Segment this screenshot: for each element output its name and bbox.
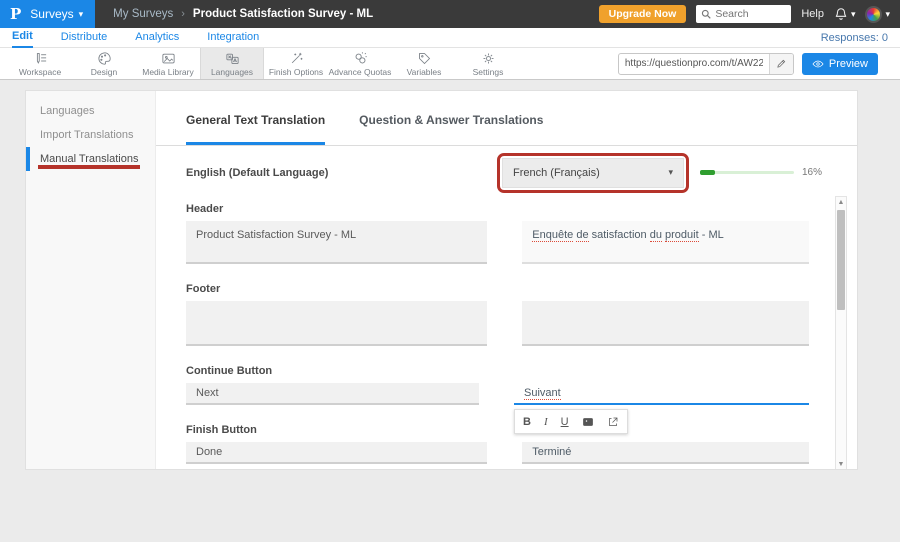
header-source-textarea[interactable]: Product Satisfaction Survey - ML [186,221,487,264]
tab-general-text-translation[interactable]: General Text Translation [186,113,325,145]
progress-fill [700,170,715,175]
preview-button[interactable]: Preview [802,53,878,75]
chain-links-icon [353,51,368,66]
field-row-finish-button: Finish Button Done Terminé [186,424,809,464]
progress-percent: 16% [802,167,822,178]
insert-link-button[interactable] [607,415,619,427]
nav-analytics[interactable]: Analytics [135,28,179,47]
pencil-icon [776,58,787,69]
text-editor-toolbar: B I U [514,409,628,434]
survey-url-group [618,53,794,75]
scroll-up-arrow[interactable]: ▲ [838,197,845,208]
breadcrumb: My Surveys › Product Satisfaction Survey… [113,8,373,20]
top-bar: P Surveys ▾ My Surveys › Product Satisfa… [0,0,900,28]
tag-icon [417,51,432,66]
workspace-icon [33,51,48,66]
notifications-menu[interactable]: ▾ [834,7,856,21]
source-language-label: English (Default Language) [186,167,328,179]
insert-image-button[interactable] [582,415,594,427]
tool-advance-quotas[interactable]: Advance Quotas [328,48,392,79]
upgrade-now-button[interactable]: Upgrade Now [599,5,687,23]
footer-translation-textarea[interactable] [522,301,809,346]
translations-sidebar: Languages Import Translations Manual Tra… [26,91,156,469]
app-window: P Surveys ▾ My Surveys › Product Satisfa… [0,0,900,542]
palette-icon [97,51,112,66]
field-label: Finish Button [186,424,809,436]
tool-design[interactable]: Design [72,48,136,79]
nav-edit[interactable]: Edit [12,27,33,48]
continue-translation-input[interactable]: Suivant [514,383,809,405]
progress-bar [700,171,794,174]
global-search[interactable] [696,5,791,23]
survey-url-input[interactable] [619,58,769,69]
field-row-footer: Footer [186,283,809,346]
language-row: English (Default Language) French (Franç… [156,146,857,199]
sidebar-item-languages[interactable]: Languages [26,99,155,123]
image-icon [582,416,594,428]
chevron-down-icon: ▾ [851,9,856,20]
search-input[interactable] [715,8,785,20]
field-label: Continue Button [186,365,809,377]
italic-button[interactable]: I [544,416,548,428]
product-menu[interactable]: P Surveys ▾ [0,0,95,28]
gear-icon [481,51,496,66]
help-link[interactable]: Help [801,8,824,20]
tool-workspace[interactable]: Workspace [8,48,72,79]
page-title: Product Satisfaction Survey - ML [193,8,373,20]
section-nav: Edit Distribute Analytics Integration Re… [0,28,900,48]
finish-source-input[interactable]: Done [186,442,487,464]
continue-source-input[interactable]: Next [186,383,479,405]
nav-integration[interactable]: Integration [207,28,259,47]
nav-distribute[interactable]: Distribute [61,28,107,47]
bold-button[interactable]: B [523,416,531,428]
responses-count[interactable]: Responses: 0 [821,32,888,44]
breadcrumb-my-surveys[interactable]: My Surveys [113,8,173,20]
field-row-continue-button: Continue Button Next Suivant B I U [186,365,809,405]
header-translation-textarea[interactable]: Enquête de satisfaction du produit - ML [522,221,809,264]
annotation-underline [38,165,140,169]
translations-panel: Languages Import Translations Manual Tra… [25,90,858,470]
tool-media-library[interactable]: Media Library [136,48,200,79]
chevron-down-icon: ▾ [668,167,673,178]
product-menu-label: Surveys [30,7,73,21]
translation-fields: Header Product Satisfaction Survey - ML … [156,199,857,469]
translation-progress: 16% [700,167,822,178]
field-label: Header [186,203,809,215]
target-language-select[interactable]: French (Français) ▾ [502,158,684,188]
scroll-thumb[interactable] [837,210,845,310]
scroll-track[interactable] [836,208,846,459]
field-row-header: Header Product Satisfaction Survey - ML … [186,203,809,264]
finish-translation-input[interactable]: Terminé [522,442,809,464]
tab-question-answer-translations[interactable]: Question & Answer Translations [359,113,543,145]
external-link-icon [607,416,619,428]
tool-languages[interactable]: Languages [200,48,264,79]
questionpro-logo: P [10,5,21,23]
breadcrumb-separator-icon: › [181,8,185,20]
tool-finish-options[interactable]: Finish Options [264,48,328,79]
bell-icon [834,7,848,21]
translation-tabs: General Text Translation Question & Answ… [156,91,857,146]
field-label: Footer [186,283,809,295]
edit-url-button[interactable] [769,53,793,75]
image-icon [161,51,176,66]
vertical-scrollbar[interactable]: ▲ ▼ [835,196,847,469]
wand-icon [289,51,304,66]
search-icon [701,9,711,19]
scroll-down-arrow[interactable]: ▼ [838,459,845,469]
tool-settings[interactable]: Settings [456,48,520,79]
translate-icon [225,51,240,66]
chevron-down-icon: ▾ [885,9,890,20]
edit-toolbar: Workspace Design Media Library Languages… [0,48,900,80]
eye-icon [812,58,824,70]
tool-variables[interactable]: Variables [392,48,456,79]
chevron-down-icon: ▾ [79,9,84,20]
sidebar-item-import-translations[interactable]: Import Translations [26,123,155,147]
avatar [865,6,882,23]
footer-source-textarea[interactable] [186,301,487,346]
translation-content: General Text Translation Question & Answ… [156,91,857,469]
underline-button[interactable]: U [561,416,569,428]
account-menu[interactable]: ▾ [865,6,890,23]
